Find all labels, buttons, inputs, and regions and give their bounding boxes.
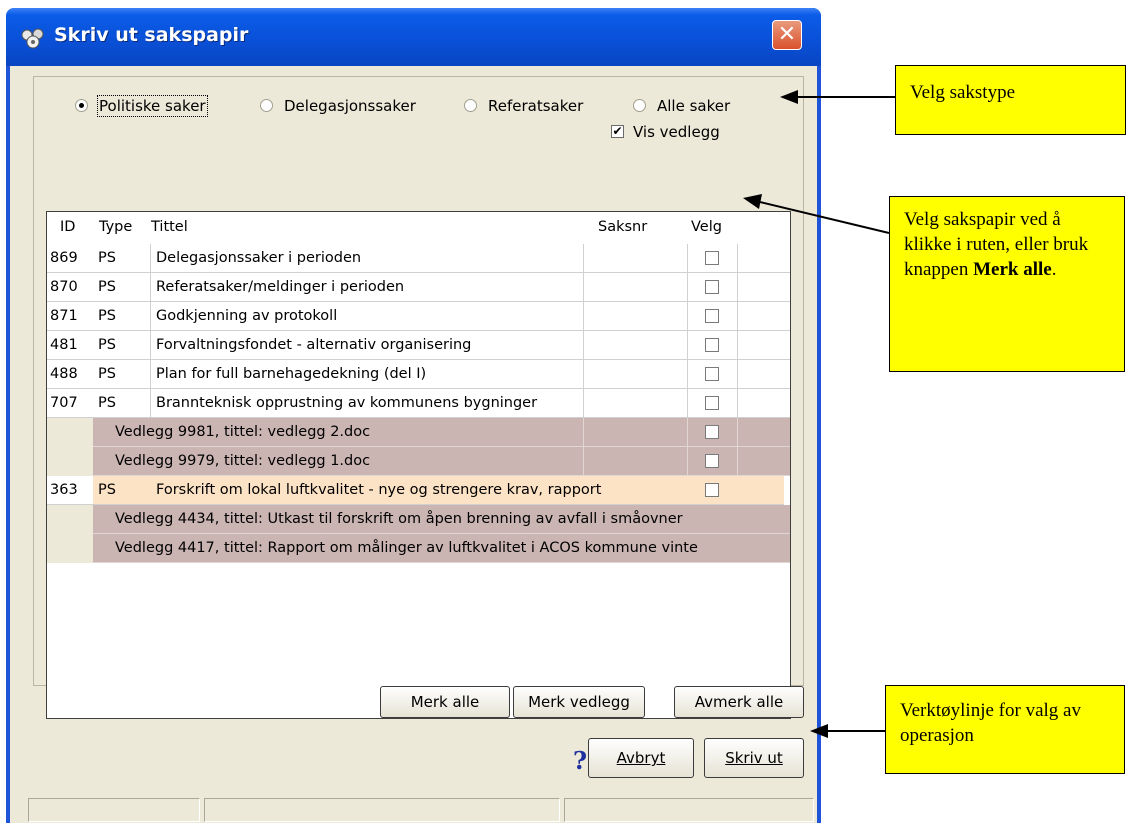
arrow-head-icon: [810, 724, 828, 738]
annotation-arrows: [743, 90, 895, 738]
arrow-select-papers: [759, 201, 890, 234]
arrow-head-icon: [780, 90, 798, 104]
arrow-head-icon: [743, 194, 762, 209]
